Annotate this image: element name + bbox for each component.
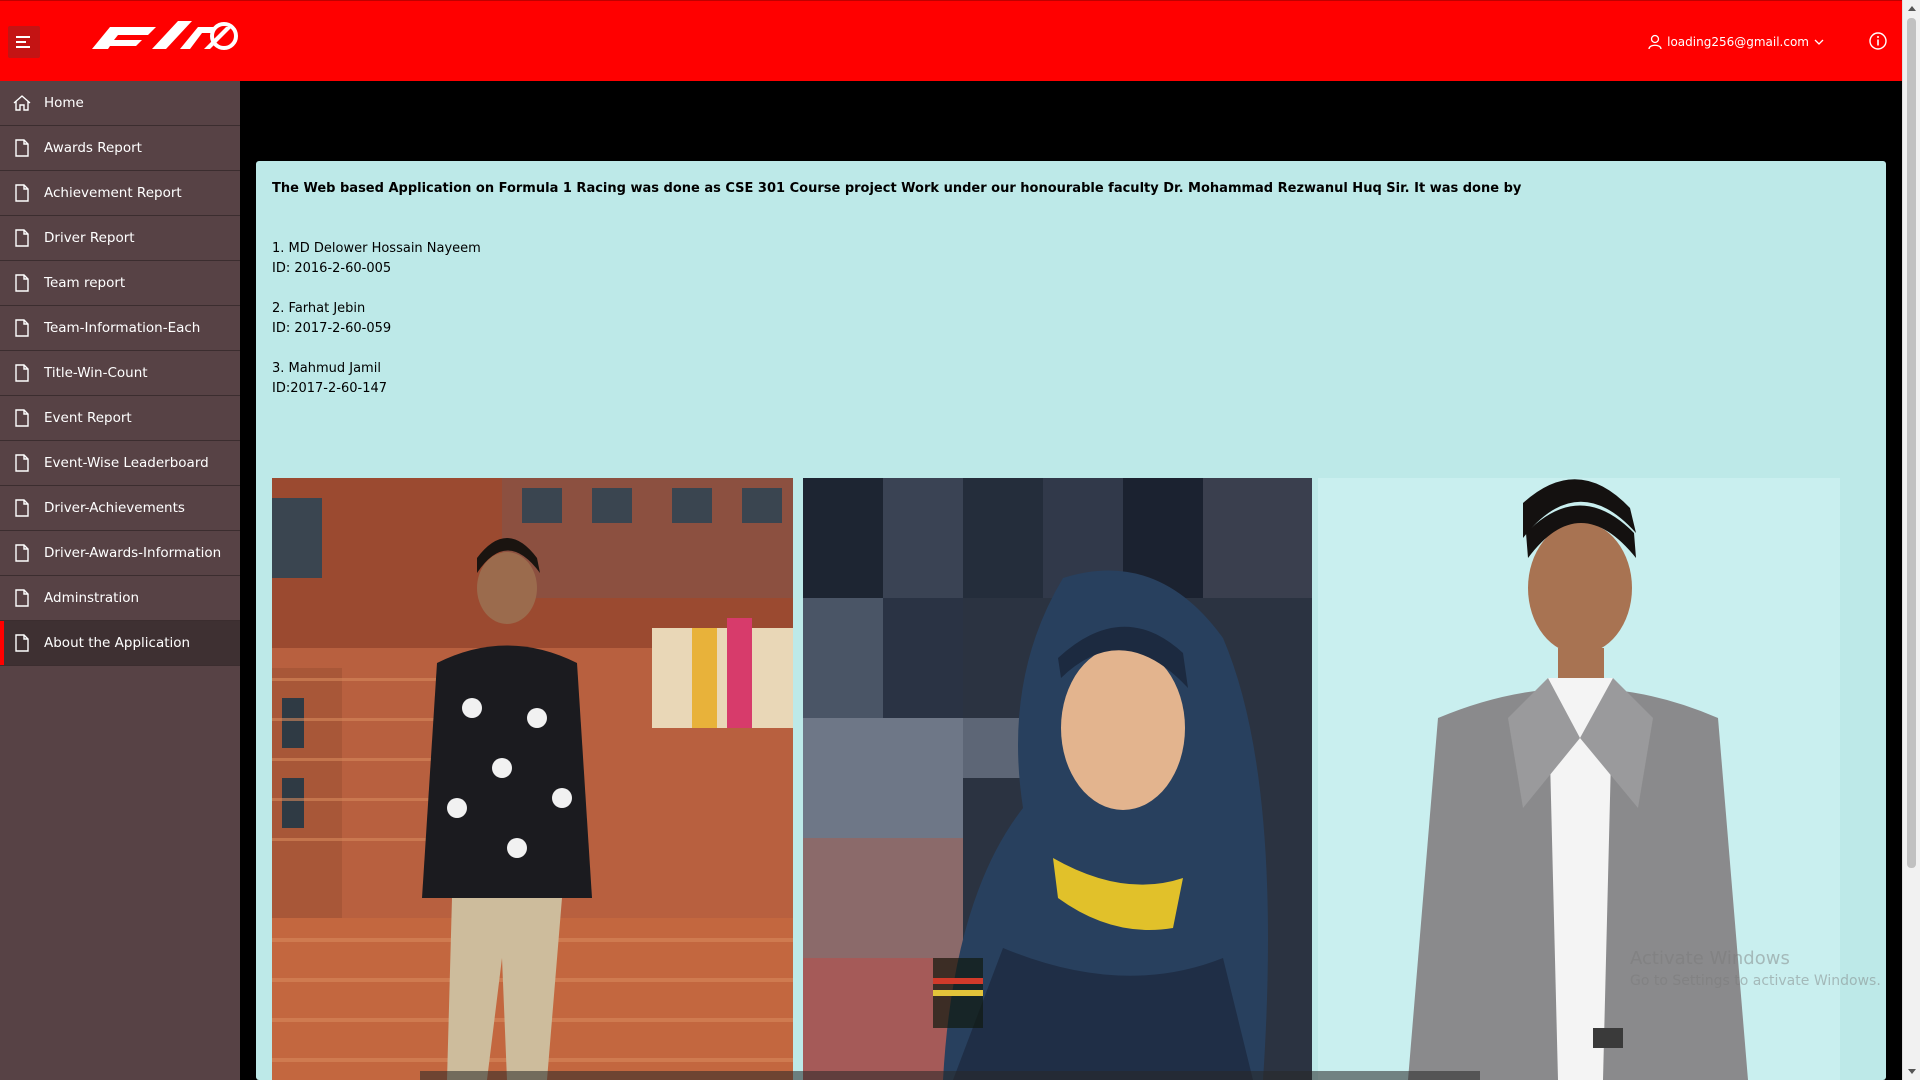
sidebar-item-adminstration[interactable]: Adminstration [0, 576, 240, 621]
file-icon [12, 633, 32, 653]
file-icon [12, 543, 32, 563]
hamburger-icon [16, 36, 30, 48]
sidebar-item-team-report[interactable]: Team report [0, 261, 240, 306]
intro-text: The Web based Application on Formula 1 R… [272, 181, 1522, 196]
member-1-photo [272, 478, 793, 1080]
sidebar-item-label: Event-Wise Leaderboard [44, 455, 209, 471]
top-header: loading256@gmail.com [0, 0, 1902, 81]
member-2-name: 2. Farhat Jebin [272, 301, 366, 316]
file-icon [12, 318, 32, 338]
member-2: 2. Farhat Jebin ID: 2017-2-60-059 [272, 299, 391, 339]
file-icon [12, 498, 32, 518]
member-2-photo [803, 478, 1312, 1080]
file-icon [12, 453, 32, 473]
page-scrollbar[interactable] [1902, 0, 1920, 1080]
member-3-id: ID:2017-2-60-147 [272, 381, 388, 396]
sidebar-nav: Home Awards Report Achievement Report Drive… [0, 81, 240, 1080]
sidebar-item-label: Event Report [44, 410, 132, 426]
taskbar-strip [420, 1071, 1480, 1080]
sidebar-item-about-the-application[interactable]: About the Application [0, 621, 240, 666]
sidebar-item-label: Team-Information-Each [44, 320, 201, 336]
watermark-subtitle: Go to Settings to activate Windows. [1630, 973, 1881, 989]
page-header-band [240, 81, 1902, 159]
scroll-down-arrow-icon[interactable] [1908, 1069, 1916, 1074]
file-icon [12, 588, 32, 608]
scroll-up-arrow-icon[interactable] [1908, 6, 1916, 11]
sidebar-item-label: Team report [44, 275, 126, 291]
file-icon [12, 183, 32, 203]
sidebar-item-team-information-each[interactable]: Team-Information-Each [0, 306, 240, 351]
file-icon [12, 228, 32, 248]
sidebar-item-label: Home [44, 95, 84, 111]
sidebar-item-label: About the Application [44, 635, 191, 651]
sidebar-item-awards-report[interactable]: Awards Report [0, 126, 240, 171]
sidebar-item-event-report[interactable]: Event Report [0, 396, 240, 441]
sidebar-item-label: Driver-Awards-Information [44, 545, 222, 561]
user-icon [1648, 34, 1662, 50]
sidebar-item-label: Achievement Report [44, 185, 182, 201]
member-3: 3. Mahmud Jamil ID:2017-2-60-147 [272, 359, 387, 399]
sidebar-item-driver-awards-information[interactable]: Driver-Awards-Information [0, 531, 240, 576]
member-3-name: 3. Mahmud Jamil [272, 361, 381, 376]
sidebar-item-label: Adminstration [44, 590, 140, 606]
scroll-thumb[interactable] [1907, 18, 1916, 868]
file-icon [12, 273, 32, 293]
sidebar-item-home[interactable]: Home [0, 81, 240, 126]
sidebar-item-event-wise-leaderboard[interactable]: Event-Wise Leaderboard [0, 441, 240, 486]
chevron-down-icon [1814, 39, 1824, 45]
member-2-id: ID: 2017-2-60-059 [272, 321, 392, 336]
sidebar-item-driver-achievements[interactable]: Driver-Achievements [0, 486, 240, 531]
user-menu[interactable]: loading256@gmail.com [1648, 31, 1824, 53]
menu-toggle-button[interactable] [8, 26, 40, 58]
member-1-name: 1. MD Delower Hossain Nayeem [272, 241, 481, 256]
file-icon [12, 408, 32, 428]
sidebar-item-label: Title-Win-Count [44, 365, 148, 381]
sidebar-item-driver-report[interactable]: Driver Report [0, 216, 240, 261]
sidebar-item-title-win-count[interactable]: Title-Win-Count [0, 351, 240, 396]
member-1: 1. MD Delower Hossain Nayeem ID: 2016-2-… [272, 239, 481, 279]
f1-logo[interactable] [86, 19, 240, 51]
member-1-id: ID: 2016-2-60-005 [272, 261, 392, 276]
sidebar-item-label: Awards Report [44, 140, 142, 156]
sidebar-item-label: Driver Report [44, 230, 135, 246]
home-icon [12, 93, 32, 113]
file-icon [12, 138, 32, 158]
about-panel: The Web based Application on Formula 1 R… [256, 161, 1886, 1080]
watermark-title: Activate Windows [1630, 948, 1790, 969]
activate-windows-watermark: Activate Windows Go to Settings to activ… [1630, 948, 1881, 992]
file-icon [12, 363, 32, 383]
user-email: loading256@gmail.com [1667, 35, 1809, 49]
sidebar-item-achievement-report[interactable]: Achievement Report [0, 171, 240, 216]
sidebar-item-label: Driver-Achievements [44, 500, 185, 516]
info-icon[interactable] [1868, 31, 1888, 51]
